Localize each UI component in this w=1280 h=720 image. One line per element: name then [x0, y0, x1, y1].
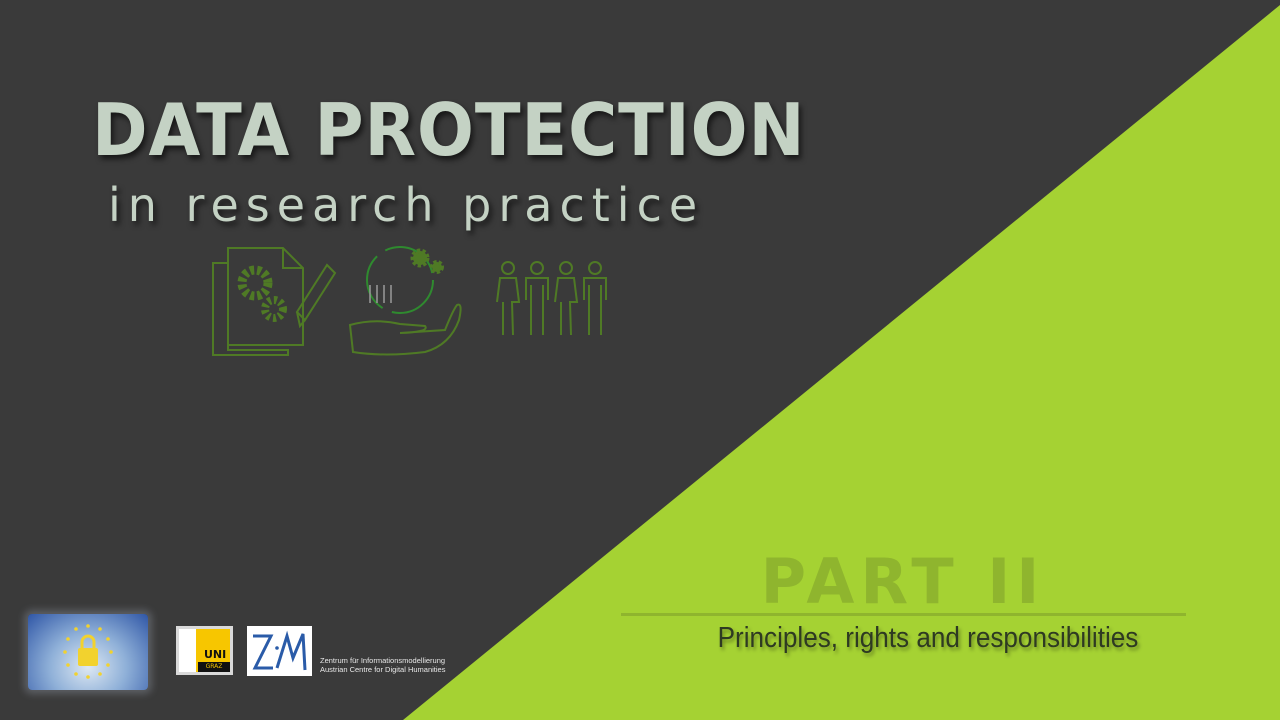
gdpr-logo [28, 614, 148, 690]
document-gears-pencil-icon [212, 247, 337, 356]
zim-line-1: Zentrum für Informationsmodellierung [320, 656, 446, 665]
part-divider [621, 613, 1186, 616]
zim-logo [247, 626, 312, 676]
icons-row [212, 246, 607, 356]
zim-line-2: Austrian Centre for Digital Humanities [320, 665, 446, 674]
uni-graz-logo: UNI GRAZ [176, 626, 233, 675]
part-subtitle: Principles, rights and responsibilities [717, 622, 1139, 654]
gdpr-lock-icon [63, 624, 113, 679]
uni-graz-logo-subtext: GRAZ [198, 662, 230, 672]
zim-description: Zentrum für Informationsmodellierung Aus… [320, 656, 445, 674]
people-group-icon [496, 261, 607, 336]
part-label: PART II [760, 545, 1046, 618]
page-subtitle: in research practice [108, 178, 705, 232]
zim-logo-mark [252, 630, 307, 671]
hand-gears-people-icon [348, 246, 462, 356]
page-title: DATA PROTECTION [92, 88, 806, 172]
uni-graz-logo-text: UNI [204, 648, 227, 661]
